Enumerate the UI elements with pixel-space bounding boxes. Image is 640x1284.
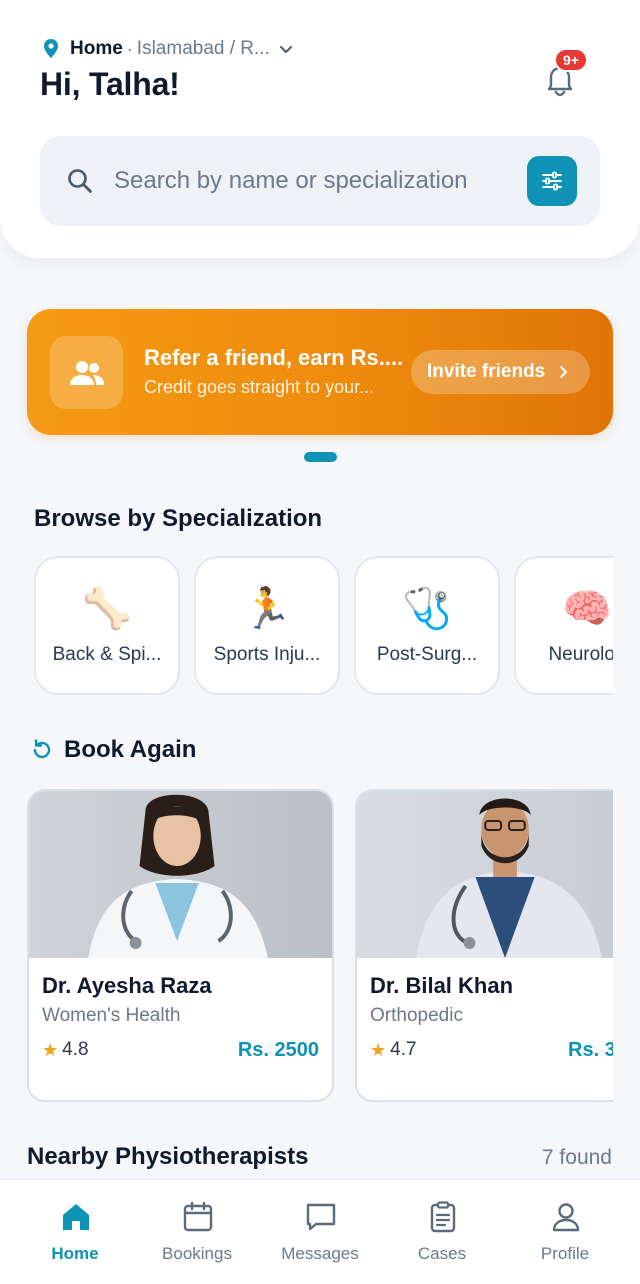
- chevron-down-icon: [279, 46, 292, 53]
- history-icon: [33, 739, 51, 759]
- promo-title: Refer a friend, earn Rs....: [144, 345, 404, 370]
- carousel-page-indicator[interactable]: [304, 452, 337, 462]
- doctor-name: Dr. Ayesha Raza: [42, 973, 212, 998]
- nav-item-cases[interactable]: Cases: [381, 1180, 503, 1284]
- specialization-card-back-spine[interactable]: 🦴 Back & Spi...: [34, 556, 180, 695]
- bottom-navigation: Home Bookings Messages Cases Profile: [0, 1179, 640, 1284]
- invite-friends-button[interactable]: Invite friends: [411, 350, 590, 394]
- location-selector[interactable]: Home · Islamabad / R...: [42, 37, 294, 61]
- sliders-icon: [542, 171, 562, 191]
- search-bar: [40, 136, 600, 226]
- specialization-card-neurology[interactable]: 🧠 Neurolog: [514, 556, 613, 695]
- search-input[interactable]: [114, 164, 504, 198]
- specialization-card-post-surgery[interactable]: 🩺 Post-Surg...: [354, 556, 500, 695]
- search-icon: [68, 169, 92, 193]
- doctor-rating: ★ 4.7: [370, 1039, 417, 1061]
- book-again-list: Dr. Ayesha Raza Women's Health ★ 4.8 Rs.…: [27, 789, 613, 1103]
- specialization-list: 🦴 Back & Spi... 🏃 Sports Inju... 🩺 Post-…: [34, 556, 613, 695]
- stethoscope-icon: 🩺: [402, 587, 452, 631]
- nav-item-home[interactable]: Home: [14, 1180, 136, 1284]
- specialization-label: Sports Inju...: [213, 644, 321, 665]
- notification-badge: 9+: [554, 48, 588, 72]
- nearby-section-title: Nearby Physiotherapists: [27, 1143, 309, 1170]
- nav-label: Home: [51, 1244, 99, 1263]
- home-icon: [63, 1204, 89, 1230]
- doctor-rating: ★ 4.8: [42, 1039, 89, 1061]
- doctor-card-bilal-khan[interactable]: Dr. Bilal Khan Orthopedic ★ 4.7 Rs. 3: [355, 789, 613, 1102]
- invite-friends-label: Invite friends: [427, 361, 546, 382]
- doctor-photo: [357, 791, 613, 958]
- doctor-rating-value: 4.8: [62, 1039, 89, 1060]
- doctor-card-ayesha-raza[interactable]: Dr. Ayesha Raza Women's Health ★ 4.8 Rs.…: [27, 789, 334, 1102]
- users-icon: [69, 360, 104, 385]
- nav-item-bookings[interactable]: Bookings: [136, 1180, 258, 1284]
- specialization-label: Neurolog: [548, 644, 613, 665]
- location-pin-icon: [44, 39, 58, 58]
- header-card: Home · Islamabad / R... Hi, Talha! 9+: [0, 0, 640, 258]
- specialization-label: Back & Spi...: [52, 644, 162, 665]
- nav-label: Messages: [281, 1244, 359, 1263]
- brain-icon: 🧠: [562, 587, 612, 631]
- promo-icon-box: [50, 336, 123, 409]
- chevron-right-icon: [560, 366, 567, 378]
- greeting-title: Hi, Talha!: [40, 66, 180, 102]
- nav-item-profile[interactable]: Profile: [504, 1180, 626, 1284]
- specialization-section-title: Browse by Specialization: [34, 505, 323, 532]
- user-icon: [552, 1203, 580, 1232]
- nav-item-messages[interactable]: Messages: [259, 1180, 381, 1284]
- doctor-specialty: Orthopedic: [370, 1005, 463, 1026]
- book-again-header: Book Again: [30, 736, 196, 764]
- specialization-label: Post-Surg...: [376, 644, 478, 665]
- referral-promo-banner[interactable]: Refer a friend, earn Rs.... Credit goes …: [27, 309, 613, 435]
- doctor-rating-value: 4.7: [390, 1039, 417, 1060]
- bone-icon: 🦴: [82, 587, 132, 631]
- chat-icon: [306, 1203, 336, 1231]
- doctor-photo: [29, 791, 332, 958]
- doctor-name: Dr. Bilal Khan: [370, 973, 514, 998]
- runner-icon: 🏃: [242, 587, 292, 631]
- calendar-icon: [183, 1201, 213, 1232]
- book-again-title: Book Again: [64, 736, 197, 763]
- filter-button[interactable]: [527, 156, 577, 206]
- location-city: Islamabad / R...: [136, 38, 270, 59]
- clipboard-icon: [430, 1201, 456, 1233]
- nav-label: Cases: [417, 1244, 467, 1263]
- location-label: Home: [70, 38, 123, 59]
- nav-label: Profile: [540, 1244, 590, 1263]
- nav-label: Bookings: [162, 1244, 232, 1263]
- star-icon: ★: [42, 1039, 59, 1060]
- promo-subtitle: Credit goes straight to your...: [144, 377, 375, 397]
- doctor-price: Rs. 3: [568, 1039, 613, 1061]
- doctor-price: Rs. 2500: [237, 1039, 319, 1061]
- nearby-count: 7 found: [541, 1146, 612, 1169]
- location-separator: ·: [126, 38, 133, 59]
- star-icon: ★: [370, 1039, 387, 1060]
- doctor-specialty: Women's Health: [42, 1005, 181, 1026]
- specialization-card-sports-injury[interactable]: 🏃 Sports Inju...: [194, 556, 340, 695]
